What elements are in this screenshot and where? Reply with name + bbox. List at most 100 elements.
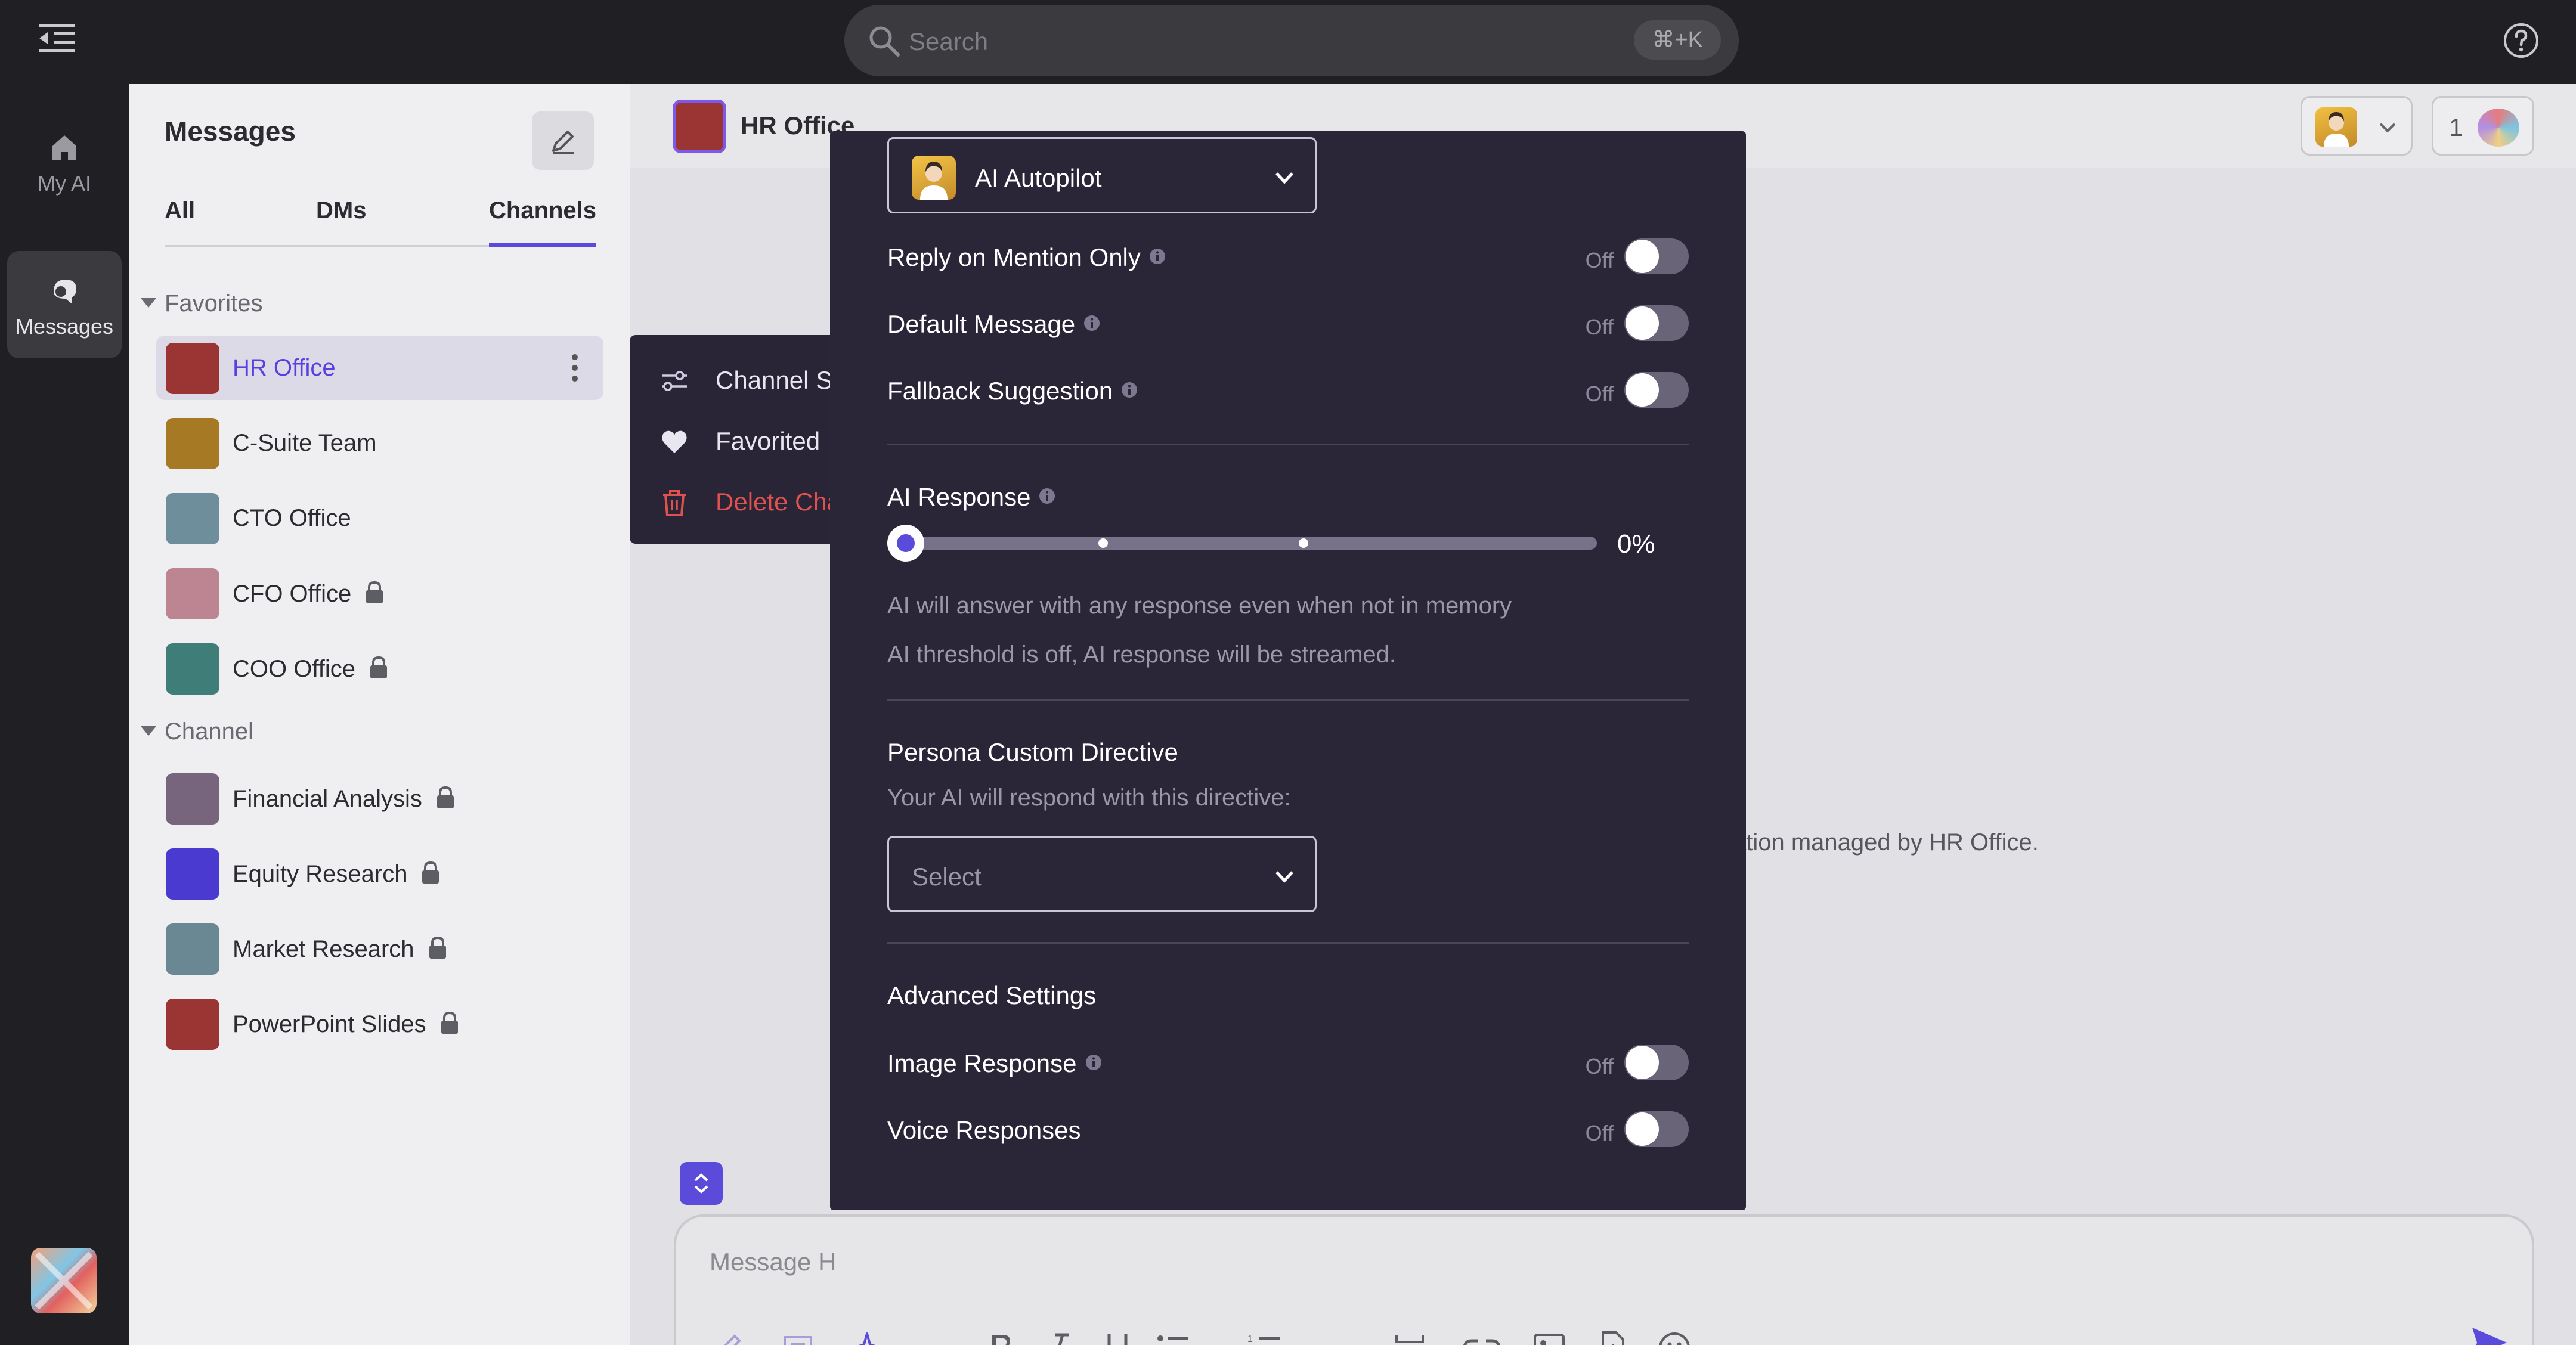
- lock-icon: [366, 581, 383, 603]
- channel-name: PowerPoint Slides: [233, 1011, 460, 1038]
- channel-item-coo-office[interactable]: COO Office: [156, 636, 603, 701]
- toggle-state-text: Off: [1585, 1054, 1614, 1079]
- send-icon[interactable]: [2469, 1322, 2510, 1345]
- channel-name: Market Research: [233, 935, 448, 963]
- reply-on-mention-toggle[interactable]: [1624, 238, 1689, 274]
- info-icon[interactable]: [1121, 382, 1138, 398]
- channel-info-text: ation managed by HR Office.: [1733, 829, 2039, 856]
- comment-icon[interactable]: [780, 1330, 816, 1345]
- favorites-section-toggle[interactable]: Favorites: [141, 290, 263, 317]
- search-input[interactable]: Search ⌘+K: [844, 5, 1739, 76]
- left-rail: My AI Messages: [0, 84, 129, 1345]
- channel-color-badge: [166, 848, 219, 900]
- slider-thumb[interactable]: [887, 525, 924, 562]
- channel-item-powerpoint-slides[interactable]: PowerPoint Slides: [156, 991, 603, 1056]
- signature-icon[interactable]: [712, 1330, 748, 1345]
- numbered-list-icon[interactable]: 123: [1247, 1330, 1319, 1345]
- default-message-toggle[interactable]: [1624, 305, 1689, 341]
- tab-all[interactable]: All: [165, 197, 195, 247]
- heart-icon: [662, 430, 687, 453]
- menu-item-label: Favorited: [716, 427, 821, 455]
- channel-section-toggle[interactable]: Channel: [141, 718, 253, 745]
- help-circle-icon[interactable]: [2502, 21, 2540, 60]
- toggle-state-text: Off: [1585, 1121, 1614, 1145]
- chevron-down-icon: [1275, 871, 1293, 883]
- messages-icon: [54, 280, 76, 303]
- tab-dms[interactable]: DMs: [316, 197, 366, 247]
- setting-image-response: Image Response Off: [887, 1041, 1689, 1089]
- channel-item-equity-research[interactable]: Equity Research: [156, 841, 603, 906]
- lock-icon: [441, 1011, 458, 1034]
- italic-icon[interactable]: [1041, 1330, 1077, 1345]
- rail-item-my-ai[interactable]: My AI: [7, 108, 122, 215]
- info-icon[interactable]: [1083, 315, 1100, 331]
- channel-item-hr-office[interactable]: HR Office: [156, 336, 603, 400]
- voice-responses-toggle[interactable]: [1624, 1111, 1689, 1147]
- channel-color-badge: [166, 999, 219, 1050]
- setting-label: Reply on Mention Only: [887, 243, 1166, 272]
- file-add-icon[interactable]: [1594, 1330, 1630, 1345]
- toggle-state-text: Off: [1585, 382, 1614, 406]
- bullet-list-icon[interactable]: [1156, 1330, 1227, 1345]
- ai-sparkle-icon[interactable]: [849, 1330, 903, 1345]
- channel-name-text: COO Office: [233, 656, 355, 682]
- channel-item-financial-analysis[interactable]: Financial Analysis: [156, 766, 603, 830]
- slider-stop: [1299, 538, 1308, 548]
- channel-item-c-suite-team[interactable]: C-Suite Team: [156, 411, 603, 475]
- info-icon[interactable]: [1085, 1054, 1102, 1071]
- setting-label: Image Response: [887, 1049, 1102, 1078]
- image-response-toggle[interactable]: [1624, 1045, 1689, 1080]
- user-avatar[interactable]: [31, 1248, 97, 1313]
- members-count: 1: [2449, 113, 2463, 141]
- sidebar-tabs: All DMs Channels: [165, 197, 597, 247]
- bold-icon[interactable]: [983, 1330, 1018, 1345]
- setting-label: AI Response: [887, 483, 1055, 512]
- toggle-state-text: Off: [1585, 248, 1614, 272]
- page-break-icon[interactable]: [1392, 1330, 1428, 1345]
- rail-item-messages[interactable]: Messages: [7, 251, 122, 358]
- more-options-icon[interactable]: [571, 354, 578, 382]
- image-icon[interactable]: [1531, 1330, 1567, 1345]
- channel-name: COO Office: [233, 655, 389, 683]
- channel-item-cfo-office[interactable]: CFO Office: [156, 561, 603, 625]
- channel-item-cto-office[interactable]: CTO Office: [156, 486, 603, 550]
- fallback-suggestion-toggle[interactable]: [1624, 372, 1689, 408]
- channel-color-badge: [166, 343, 219, 394]
- link-icon[interactable]: [1461, 1330, 1503, 1345]
- chevron-up-down-icon: [694, 1173, 708, 1194]
- channel-name-text: PowerPoint Slides: [233, 1011, 426, 1037]
- persona-select-value: AI Autopilot: [975, 164, 1102, 192]
- setting-label-text: Reply on Mention Only: [887, 243, 1141, 271]
- channel-name: C-Suite Team: [233, 430, 377, 456]
- person-avatar-icon: [920, 162, 948, 200]
- channel-section-label: Channel: [165, 718, 254, 745]
- channel-name-text: Equity Research: [233, 861, 408, 887]
- channel-item-market-research[interactable]: Market Research: [156, 916, 603, 981]
- info-icon[interactable]: [1039, 488, 1055, 504]
- search-icon: [869, 26, 900, 57]
- ai-threshold-note: AI threshold is off, AI response will be…: [887, 641, 1397, 668]
- info-icon[interactable]: [1149, 248, 1166, 265]
- svg-text:1: 1: [1247, 1334, 1253, 1344]
- message-composer[interactable]: Message H 123: [674, 1214, 2534, 1345]
- underline-icon[interactable]: [1100, 1330, 1135, 1345]
- home-icon: [52, 135, 76, 160]
- directive-title: Persona Custom Directive: [887, 738, 1178, 766]
- menu-item-label: Channel Se: [716, 366, 847, 394]
- expand-toggle-button[interactable]: [680, 1162, 723, 1205]
- rail-item-label: Messages: [15, 314, 114, 339]
- persona-avatar: [2315, 107, 2357, 147]
- members-button[interactable]: 1: [2432, 96, 2534, 156]
- tab-channels[interactable]: Channels: [489, 197, 597, 247]
- menu-collapse-icon[interactable]: [39, 23, 75, 54]
- directive-select[interactable]: Select: [887, 836, 1317, 912]
- caret-down-icon: [141, 298, 156, 308]
- pencil-icon: [552, 131, 574, 154]
- ai-response-slider[interactable]: [887, 525, 1597, 562]
- compose-button[interactable]: [532, 111, 594, 170]
- slider-stop: [1098, 538, 1108, 548]
- emoji-icon[interactable]: [1657, 1330, 1692, 1345]
- persona-switcher[interactable]: [2301, 96, 2413, 156]
- person-avatar-icon: [2324, 112, 2349, 147]
- persona-select[interactable]: AI Autopilot: [887, 137, 1317, 213]
